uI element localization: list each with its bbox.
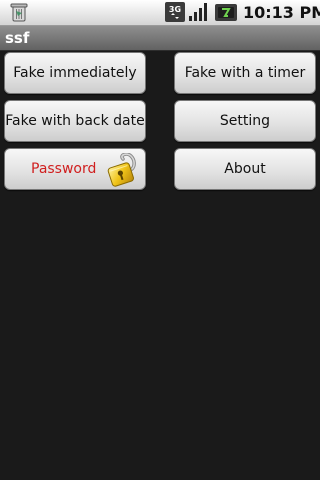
signal-icon xyxy=(189,3,207,21)
fake-immediately-label: Fake immediately xyxy=(13,65,137,81)
fake-with-back-date-label: Fake with back date xyxy=(5,113,145,129)
password-label: Password xyxy=(31,161,97,177)
about-button[interactable]: About xyxy=(174,148,316,190)
battery-icon xyxy=(215,4,237,21)
fake-with-timer-label: Fake with a timer xyxy=(184,65,306,81)
setting-label: Setting xyxy=(219,113,271,129)
3g-icon: 3G xyxy=(165,2,185,22)
fake-with-back-date-button[interactable]: Fake with back date xyxy=(4,100,146,142)
fake-immediately-button[interactable]: Fake immediately xyxy=(4,52,146,94)
trash-icon[interactable] xyxy=(8,1,30,23)
app-title-bar: ssf xyxy=(0,26,320,51)
status-bar: 3G 10:13 PM xyxy=(0,0,320,26)
clock-time: 10:13 PM xyxy=(243,3,320,22)
fake-with-timer-button[interactable]: Fake with a timer xyxy=(174,52,316,94)
about-label: About xyxy=(224,161,266,177)
app-title: ssf xyxy=(5,29,30,47)
setting-button[interactable]: Setting xyxy=(174,100,316,142)
3g-label: 3G xyxy=(169,5,181,14)
password-button[interactable]: Password xyxy=(4,148,146,190)
lock-icon xyxy=(107,153,136,187)
